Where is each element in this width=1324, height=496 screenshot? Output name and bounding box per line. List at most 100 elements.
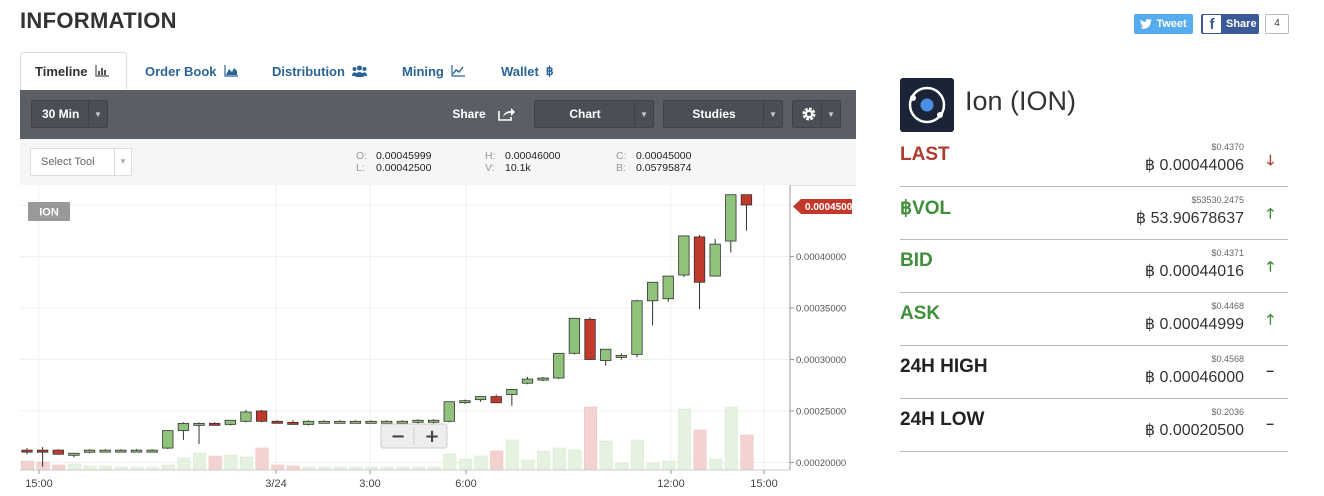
tab-label: Order Book: [145, 63, 217, 79]
x-tick-label: 3/24: [265, 478, 286, 490]
candle-body: [21, 449, 33, 453]
candle-body: [36, 449, 49, 453]
volume-bar: [709, 458, 723, 471]
stat-row-ask: ASK $0.4468 ฿ 0.00044999 🡑: [900, 293, 1288, 346]
candle-body: [240, 411, 252, 422]
candle-body: [349, 420, 362, 424]
chevron-down-icon: ▼: [634, 101, 653, 127]
select-tool-dropdown[interactable]: Select Tool ▼: [30, 148, 132, 176]
candle-body: [381, 420, 393, 424]
tab-order-book[interactable]: Order Book: [145, 52, 238, 90]
stat-label: ASK: [900, 303, 941, 324]
candle-body: [83, 449, 96, 453]
trend-flat-icon: –: [1266, 415, 1274, 431]
volume-bar: [584, 406, 598, 471]
stat-btc-value: ฿ 53.90678637: [1136, 208, 1244, 228]
stat-btc-value: ฿ 0.00044006: [1145, 155, 1244, 175]
btc-amount: 0.00044999: [1159, 316, 1244, 333]
chart-type-dropdown[interactable]: Chart ▼: [534, 100, 654, 128]
btc-volume-value: 0.05795874: [636, 162, 692, 174]
stat-label: BID: [900, 250, 933, 271]
facebook-share-button[interactable]: f Share: [1201, 14, 1259, 34]
candle-body: [725, 194, 737, 242]
candle-body: [209, 422, 221, 426]
tab-mining[interactable]: Mining: [402, 52, 465, 90]
volume-bar: [505, 439, 519, 471]
bitcoin-icon: ฿: [1144, 157, 1156, 174]
stat-btc-value: ฿ 0.00020500: [1145, 420, 1244, 440]
share-chart-button[interactable]: Share: [436, 100, 532, 128]
tab-distribution[interactable]: Distribution: [272, 52, 367, 90]
btc-amount: 53.90678637: [1150, 210, 1244, 227]
volume-bar: [239, 456, 253, 471]
stat-row-bid: BID $0.4371 ฿ 0.00044016 🡑: [900, 240, 1288, 293]
candle-body: [537, 377, 549, 381]
low-value: 0.00042500: [376, 162, 432, 174]
volume-bar: [677, 408, 691, 471]
chart-settings-button[interactable]: ▼: [792, 100, 841, 128]
tab-label: Distribution: [272, 63, 345, 79]
stat-usd-value: $0.4468: [1211, 301, 1244, 311]
y-tick-label: 0.00030000: [796, 355, 846, 366]
volume-bar: [224, 454, 238, 471]
volume-bar: [630, 439, 644, 471]
volume-bar: [21, 460, 34, 471]
volume-bar: [615, 462, 629, 471]
y-tick-label: 0.00035000: [796, 304, 846, 315]
line-chart-icon: [451, 65, 465, 77]
candle-body: [474, 396, 487, 401]
zoom-in-button[interactable]: +: [424, 426, 439, 447]
candle-body: [584, 318, 596, 360]
stat-label: 24H HIGH: [900, 356, 988, 377]
chart-type-label: Chart: [569, 107, 601, 121]
candlestick-chart-svg[interactable]: 0.00040000 0.00035000 0.00030000 0.00025000…: [20, 185, 856, 496]
stat-usd-value: $0.4568: [1211, 354, 1244, 364]
y-tick-label: 0.00025000: [796, 407, 846, 418]
symbol-label: ION: [39, 207, 59, 219]
candle-body: [709, 243, 721, 277]
studies-dropdown[interactable]: Studies ▼: [663, 100, 783, 128]
ion-logo-icon: [900, 78, 954, 132]
volume-bar: [443, 453, 457, 471]
interval-dropdown[interactable]: 30 Min ▼: [31, 100, 108, 128]
volume-bar: [646, 462, 660, 471]
candle-body: [365, 420, 377, 424]
stat-label: 24H LOW: [900, 409, 985, 430]
volume-bar: [474, 455, 488, 471]
candle-body: [334, 420, 346, 424]
bitcoin-icon: ฿: [1144, 263, 1156, 280]
users-icon: [351, 65, 367, 77]
candle-body: [177, 422, 190, 431]
candle-body: [287, 421, 299, 425]
trend-flat-icon: –: [1266, 362, 1274, 378]
tab-label: Wallet: [501, 63, 539, 79]
open-value: 0.00045999: [376, 150, 432, 162]
tweet-button[interactable]: Tweet: [1134, 14, 1193, 34]
stat-label: ฿VOL: [900, 198, 952, 219]
stat-row-24h-high: 24H HIGH $0.4568 ฿ 0.00046000 –: [900, 346, 1288, 399]
btc-amount: 0.00044006: [1159, 157, 1244, 174]
price-chart[interactable]: 0.00040000 0.00035000 0.00030000 0.00025000…: [20, 185, 856, 496]
volume-bar: [83, 465, 97, 471]
ohlc-open-low: O: 0.00045999 L: 0.00042500: [356, 150, 432, 174]
candle-body: [506, 388, 518, 395]
stat-usd-value: $0.2036: [1211, 407, 1244, 417]
candle-body: [162, 430, 174, 449]
bitcoin-icon: ฿: [545, 64, 554, 78]
trend-down-icon: 🡓: [1266, 152, 1274, 168]
candle-body: [52, 449, 64, 455]
btc-amount: 0.00044016: [1159, 263, 1244, 280]
area-chart-icon: [223, 65, 238, 77]
tab-wallet[interactable]: Wallet ฿: [501, 52, 553, 90]
tab-timeline[interactable]: Timeline: [20, 52, 127, 90]
chevron-down-icon: ▼: [763, 101, 782, 127]
volume-bar: [271, 464, 285, 471]
ohlc-high-volume: H: 0.00046000 V: 10.1k: [485, 150, 561, 174]
y-tick-label: 0.00020000: [796, 458, 846, 469]
zoom-out-button[interactable]: −: [390, 426, 405, 447]
candle-body: [693, 236, 706, 283]
volume-bar: [193, 452, 207, 471]
volume-bar: [161, 464, 175, 471]
volume-bar: [255, 447, 269, 471]
stat-btc-value: ฿ 0.00044016: [1145, 261, 1244, 281]
